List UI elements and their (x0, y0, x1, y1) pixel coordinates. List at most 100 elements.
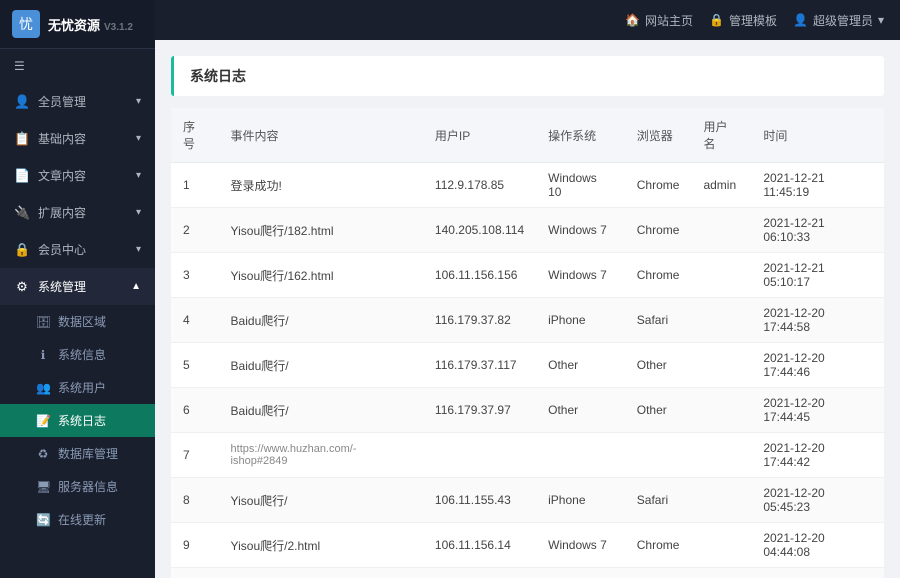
row-6-cell-0: 6 (171, 388, 219, 433)
log-icon: 📝 (36, 414, 50, 428)
sidebar-toggle[interactable]: ☰ (0, 49, 155, 83)
row-8-cell-6: 2021-12-20 05:45:23 (751, 478, 884, 523)
row-9-cell-5 (691, 523, 751, 568)
row-5-cell-4: Other (625, 343, 692, 388)
row-10-cell-4: Chrome (625, 568, 692, 578)
sidebar-item-sys-manage[interactable]: ⚙ 系统管理 ▲ (0, 268, 155, 305)
row-3-cell-6: 2021-12-21 05:10:17 (751, 253, 884, 298)
content-area: 系统日志 序号 事件内容 用户IP 操作系统 浏览器 用户名 时间 1登录成功!… (155, 40, 900, 578)
row-10-cell-0: 10 (171, 568, 219, 578)
table-row: 6Baidu爬行/116.179.37.97OtherOther2021-12-… (171, 388, 884, 433)
chevron-down-icon: ▾ (136, 207, 141, 218)
sidebar-sub-db-manage[interactable]: ♻ 数据库管理 (0, 437, 155, 470)
row-4-cell-5 (691, 298, 751, 343)
row-2-cell-4: Chrome (625, 208, 692, 253)
row-1-cell-0: 1 (171, 163, 219, 208)
main-content: 🏠 网站主页 🔒 管理模板 👤 超级管理员 ▾ 系统日志 序号 事件内容 用户I… (155, 0, 900, 578)
row-3-cell-1: Yisou爬行/162.html (219, 253, 423, 298)
users-icon: 👥 (36, 381, 50, 395)
row-1-cell-2: 112.9.178.85 (423, 163, 536, 208)
logo-text: 无忧资源V3.1.2 (48, 15, 133, 34)
admin-dropdown[interactable]: 👤 超级管理员 ▾ (793, 12, 884, 29)
server-icon: 🖥 (36, 480, 50, 494)
chevron-down-icon: ▾ (136, 96, 141, 107)
sidebar: 忧 无忧资源V3.1.2 ☰ 👤 全员管理 ▾ 📋 基础内容 ▾ 📄 文章内容 … (0, 0, 155, 578)
table-row: 5Baidu爬行/116.179.37.117OtherOther2021-12… (171, 343, 884, 388)
row-6-cell-6: 2021-12-20 17:44:45 (751, 388, 884, 433)
sidebar-item-file-content[interactable]: 📄 文章内容 ▾ (0, 157, 155, 194)
sidebar-sub-sys-log[interactable]: 📝 系统日志 (0, 404, 155, 437)
file-icon: 📄 (14, 168, 30, 184)
row-6-cell-5 (691, 388, 751, 433)
col-user: 用户名 (691, 108, 751, 163)
website-link[interactable]: 🏠 网站主页 (625, 12, 693, 29)
row-9-cell-2: 106.11.156.14 (423, 523, 536, 568)
row-4-cell-0: 4 (171, 298, 219, 343)
sidebar-sub-online-update[interactable]: 🔄 在线更新 (0, 503, 155, 536)
row-7-cell-1: https://www.huzhan.com/-ishop#2849 (219, 433, 423, 478)
row-7-cell-6: 2021-12-20 17:44:42 (751, 433, 884, 478)
sidebar-sub-server-info[interactable]: 🖥 服务器信息 (0, 470, 155, 503)
row-7-cell-0: 7 (171, 433, 219, 478)
row-3-cell-2: 106.11.156.156 (423, 253, 536, 298)
sidebar-sub-sys-info[interactable]: ℹ 系统信息 (0, 338, 155, 371)
sidebar-sub-data-area[interactable]: 🗄 数据区域 (0, 305, 155, 338)
sidebar-item-member-center[interactable]: 🔒 会员中心 ▾ (0, 231, 155, 268)
row-7-cell-4 (625, 433, 692, 478)
row-7-cell-2 (423, 433, 536, 478)
row-10-cell-3: Android (536, 568, 625, 578)
row-4-cell-2: 116.179.37.82 (423, 298, 536, 343)
row-4-cell-4: Safari (625, 298, 692, 343)
page-title: 系统日志 (171, 56, 884, 96)
sidebar-item-basic-content[interactable]: 📋 基础内容 ▾ (0, 120, 155, 157)
row-3-cell-4: Chrome (625, 253, 692, 298)
row-2-cell-1: Yisou爬行/182.html (219, 208, 423, 253)
lock-icon: 🔒 (14, 242, 30, 258)
update-icon: 🔄 (36, 513, 50, 527)
row-5-cell-3: Other (536, 343, 625, 388)
row-4-cell-6: 2021-12-20 17:44:58 (751, 298, 884, 343)
lock-icon: 🔒 (709, 13, 724, 27)
gear-icon: ⚙ (14, 279, 30, 295)
table-row: 4Baidu爬行/116.179.37.82iPhoneSafari2021-1… (171, 298, 884, 343)
row-1-cell-4: Chrome (625, 163, 692, 208)
row-3-cell-5 (691, 253, 751, 298)
top-header: 🏠 网站主页 🔒 管理模板 👤 超级管理员 ▾ (155, 0, 900, 40)
chevron-down-icon: ▾ (136, 170, 141, 181)
user-icon: 👤 (793, 13, 808, 27)
row-1-cell-3: Windows 10 (536, 163, 625, 208)
col-id: 序号 (171, 108, 219, 163)
row-8-cell-1: Yisou爬行/ (219, 478, 423, 523)
row-2-cell-6: 2021-12-21 06:10:33 (751, 208, 884, 253)
table-row: 2Yisou爬行/182.html140.205.108.114Windows … (171, 208, 884, 253)
sidebar-logo: 忧 无忧资源V3.1.2 (0, 0, 155, 49)
row-5-cell-1: Baidu爬行/ (219, 343, 423, 388)
row-9-cell-4: Chrome (625, 523, 692, 568)
table-header-row: 序号 事件内容 用户IP 操作系统 浏览器 用户名 时间 (171, 108, 884, 163)
table-row: 10Google爬行/xingyeqiye/66.249.71.210Andro… (171, 568, 884, 578)
row-6-cell-4: Other (625, 388, 692, 433)
row-6-cell-1: Baidu爬行/ (219, 388, 423, 433)
sidebar-sub-sys-users[interactable]: 👥 系统用户 (0, 371, 155, 404)
log-table: 序号 事件内容 用户IP 操作系统 浏览器 用户名 时间 1登录成功!112.9… (171, 108, 884, 578)
row-2-cell-5 (691, 208, 751, 253)
row-9-cell-3: Windows 7 (536, 523, 625, 568)
sidebar-item-ext-content[interactable]: 🔌 扩展内容 ▾ (0, 194, 155, 231)
sidebar-item-members[interactable]: 👤 全员管理 ▾ (0, 83, 155, 120)
col-time: 时间 (751, 108, 884, 163)
row-9-cell-0: 9 (171, 523, 219, 568)
chevron-down-icon: ▾ (878, 13, 884, 27)
row-9-cell-6: 2021-12-20 04:44:08 (751, 523, 884, 568)
database-icon: 🗄 (36, 315, 50, 329)
basic-content-icon: 📋 (14, 131, 30, 147)
row-4-cell-3: iPhone (536, 298, 625, 343)
manage-link[interactable]: 🔒 管理模板 (709, 12, 777, 29)
chevron-down-icon: ▾ (136, 133, 141, 144)
logo-icon: 忧 (12, 10, 40, 38)
table-row: 9Yisou爬行/2.html106.11.156.14Windows 7Chr… (171, 523, 884, 568)
table-row: 3Yisou爬行/162.html106.11.156.156Windows 7… (171, 253, 884, 298)
chevron-up-icon: ▲ (131, 281, 141, 292)
home-icon: 🏠 (625, 13, 640, 27)
row-10-cell-5 (691, 568, 751, 578)
table-row: 1登录成功!112.9.178.85Windows 10Chromeadmin2… (171, 163, 884, 208)
